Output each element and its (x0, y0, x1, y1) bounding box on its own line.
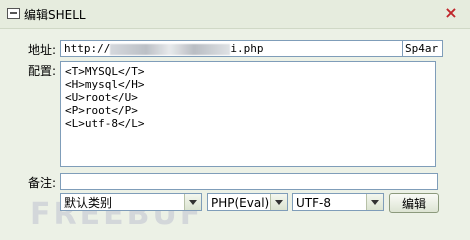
config-line: <U>root</U> (65, 91, 138, 104)
address-tail-field[interactable]: Sp4ar (402, 40, 443, 57)
note-input[interactable] (60, 173, 438, 190)
encoding-select[interactable]: UTF-8 (292, 193, 384, 211)
category-select[interactable]: 默认类别 (60, 193, 202, 211)
close-icon[interactable]: × (442, 4, 460, 22)
chevron-down-icon[interactable] (184, 194, 201, 210)
config-line: <T>MYSQL</T> (65, 65, 145, 78)
chevron-down-icon[interactable] (366, 194, 383, 210)
window-icon (7, 8, 20, 19)
address-suffix: i.php (230, 42, 264, 55)
config-line: <H>mysql</H> (65, 78, 145, 91)
edit-button[interactable]: 编辑 (389, 193, 439, 213)
chevron-down-icon[interactable] (270, 194, 287, 210)
window-title: 编辑SHELL (24, 8, 86, 22)
redacted-address (110, 43, 231, 55)
config-line: <L>utf-8</L> (65, 117, 145, 130)
script-type-select[interactable]: PHP(Eval) (207, 193, 288, 211)
encoding-value: UTF-8 (296, 196, 331, 210)
address-prefix: http:// (64, 42, 111, 55)
note-label: 备注: (27, 176, 56, 190)
title-bar: 编辑SHELL × (0, 0, 470, 29)
config-textarea[interactable]: <T>MYSQL</T> <H>mysql</H> <U>root</U> <P… (60, 61, 436, 167)
address-input[interactable]: http:// i.php (60, 40, 406, 57)
config-line: <P>root</P> (65, 104, 138, 117)
category-value: 默认类别 (64, 196, 113, 210)
address-label: 地址: (27, 43, 56, 57)
config-label: 配置: (27, 64, 56, 78)
script-type-value: PHP(Eval) (211, 196, 270, 210)
